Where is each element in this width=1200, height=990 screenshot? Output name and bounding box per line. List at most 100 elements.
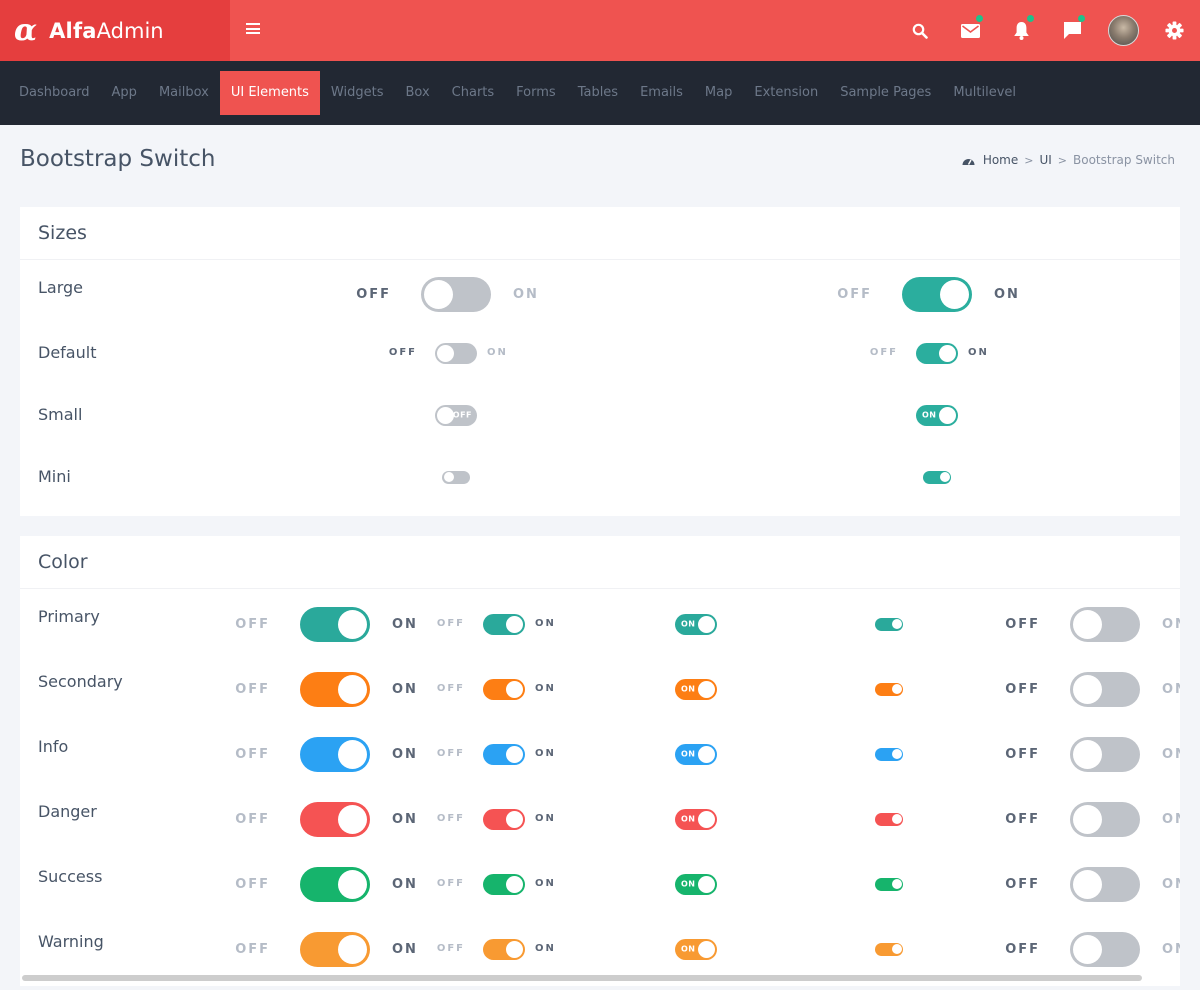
warning-large-off-label[interactable]: OFF: [235, 941, 270, 958]
warning-off-large-off-label[interactable]: OFF: [1005, 941, 1040, 958]
info-off-large-off-label[interactable]: OFF: [1005, 746, 1040, 763]
default-right-switch[interactable]: [916, 342, 958, 364]
secondary-off-large-off-label[interactable]: OFF: [1005, 681, 1040, 698]
danger-large-off-label[interactable]: OFF: [235, 811, 270, 828]
success-off-large-on-label[interactable]: ON: [1162, 876, 1180, 893]
warning-large-switch[interactable]: [300, 931, 370, 967]
danger-mini-switch[interactable]: [875, 812, 903, 826]
small-left-switch[interactable]: OFF: [435, 404, 477, 426]
secondary-large-off-label[interactable]: OFF: [235, 681, 270, 698]
info-default-on-label[interactable]: ON: [535, 747, 556, 761]
secondary-large-on-label[interactable]: ON: [392, 681, 418, 698]
mail-button[interactable]: [945, 0, 996, 61]
large-right-on-label[interactable]: ON: [994, 286, 1020, 303]
danger-default-on-label[interactable]: ON: [535, 812, 556, 826]
mini-right-switch[interactable]: [923, 470, 951, 484]
info-off-large-switch[interactable]: [1070, 736, 1140, 772]
settings-button[interactable]: [1149, 0, 1200, 61]
primary-large-off-label[interactable]: OFF: [235, 616, 270, 633]
secondary-default-switch[interactable]: [483, 678, 525, 700]
info-large-off-label[interactable]: OFF: [235, 746, 270, 763]
warning-small-switch[interactable]: ON: [675, 938, 717, 960]
breadcrumb-home[interactable]: Home: [983, 153, 1018, 167]
success-small-switch[interactable]: ON: [675, 873, 717, 895]
large-left-off-label[interactable]: OFF: [356, 286, 391, 303]
nav-multilevel[interactable]: Multilevel: [942, 71, 1027, 115]
secondary-off-large-switch[interactable]: [1070, 671, 1140, 707]
default-right-off-label[interactable]: OFF: [870, 346, 898, 360]
warning-off-large-switch[interactable]: [1070, 931, 1140, 967]
large-left-switch[interactable]: [421, 276, 491, 312]
messages-button[interactable]: [1047, 0, 1098, 61]
warning-default-on-label[interactable]: ON: [535, 942, 556, 956]
secondary-default-off-label[interactable]: OFF: [437, 682, 465, 696]
secondary-mini-switch[interactable]: [875, 682, 903, 696]
large-left-on-label[interactable]: ON: [513, 286, 539, 303]
success-default-on-label[interactable]: ON: [535, 877, 556, 891]
notifications-button[interactable]: [996, 0, 1047, 61]
menu-toggle-icon[interactable]: [246, 23, 260, 37]
info-small-switch[interactable]: ON: [675, 743, 717, 765]
horizontal-scrollbar[interactable]: [22, 975, 1142, 981]
breadcrumb-ui[interactable]: UI: [1039, 153, 1051, 167]
user-menu-button[interactable]: [1098, 0, 1149, 61]
success-mini-switch[interactable]: [875, 877, 903, 891]
danger-off-large-off-label[interactable]: OFF: [1005, 811, 1040, 828]
primary-large-on-label[interactable]: ON: [392, 616, 418, 633]
nav-emails[interactable]: Emails: [629, 71, 694, 115]
success-off-large-off-label[interactable]: OFF: [1005, 876, 1040, 893]
warning-mini-switch[interactable]: [875, 942, 903, 956]
primary-default-switch[interactable]: [483, 613, 525, 635]
default-right-on-label[interactable]: ON: [968, 346, 989, 360]
danger-off-large-on-label[interactable]: ON: [1162, 811, 1180, 828]
mini-left-switch[interactable]: [442, 470, 470, 484]
nav-forms[interactable]: Forms: [505, 71, 567, 115]
nav-box[interactable]: Box: [394, 71, 440, 115]
small-right-switch[interactable]: ON: [916, 404, 958, 426]
brand-logo[interactable]: α Alfa Admin: [0, 0, 230, 61]
primary-small-switch[interactable]: ON: [675, 613, 717, 635]
primary-default-off-label[interactable]: OFF: [437, 617, 465, 631]
danger-off-large-switch[interactable]: [1070, 801, 1140, 837]
nav-mailbox[interactable]: Mailbox: [148, 71, 220, 115]
primary-default-on-label[interactable]: ON: [535, 617, 556, 631]
warning-large-on-label[interactable]: ON: [392, 941, 418, 958]
nav-dashboard[interactable]: Dashboard: [8, 71, 101, 115]
nav-extension[interactable]: Extension: [743, 71, 829, 115]
primary-off-large-on-label[interactable]: ON: [1162, 616, 1180, 633]
nav-sample-pages[interactable]: Sample Pages: [829, 71, 942, 115]
default-left-off-label[interactable]: OFF: [389, 346, 417, 360]
primary-mini-switch[interactable]: [875, 617, 903, 631]
secondary-off-large-on-label[interactable]: ON: [1162, 681, 1180, 698]
nav-app[interactable]: App: [101, 71, 148, 115]
primary-off-large-off-label[interactable]: OFF: [1005, 616, 1040, 633]
nav-map[interactable]: Map: [694, 71, 743, 115]
success-large-on-label[interactable]: ON: [392, 876, 418, 893]
secondary-large-switch[interactable]: [300, 671, 370, 707]
primary-off-large-switch[interactable]: [1070, 606, 1140, 642]
nav-ui-elements[interactable]: UI Elements: [219, 71, 320, 115]
danger-default-switch[interactable]: [483, 808, 525, 830]
primary-large-switch[interactable]: [300, 606, 370, 642]
success-large-switch[interactable]: [300, 866, 370, 902]
default-left-on-label[interactable]: ON: [487, 346, 508, 360]
danger-large-on-label[interactable]: ON: [392, 811, 418, 828]
info-mini-switch[interactable]: [875, 747, 903, 761]
success-default-off-label[interactable]: OFF: [437, 877, 465, 891]
info-default-switch[interactable]: [483, 743, 525, 765]
warning-off-large-on-label[interactable]: ON: [1162, 941, 1180, 958]
info-default-off-label[interactable]: OFF: [437, 747, 465, 761]
success-off-large-switch[interactable]: [1070, 866, 1140, 902]
danger-large-switch[interactable]: [300, 801, 370, 837]
large-right-off-label[interactable]: OFF: [837, 286, 872, 303]
danger-small-switch[interactable]: ON: [675, 808, 717, 830]
large-right-switch[interactable]: [902, 276, 972, 312]
default-left-switch[interactable]: [435, 342, 477, 364]
warning-default-off-label[interactable]: OFF: [437, 942, 465, 956]
success-large-off-label[interactable]: OFF: [235, 876, 270, 893]
search-button[interactable]: [894, 0, 945, 61]
secondary-small-switch[interactable]: ON: [675, 678, 717, 700]
danger-default-off-label[interactable]: OFF: [437, 812, 465, 826]
nav-widgets[interactable]: Widgets: [320, 71, 395, 115]
info-large-switch[interactable]: [300, 736, 370, 772]
